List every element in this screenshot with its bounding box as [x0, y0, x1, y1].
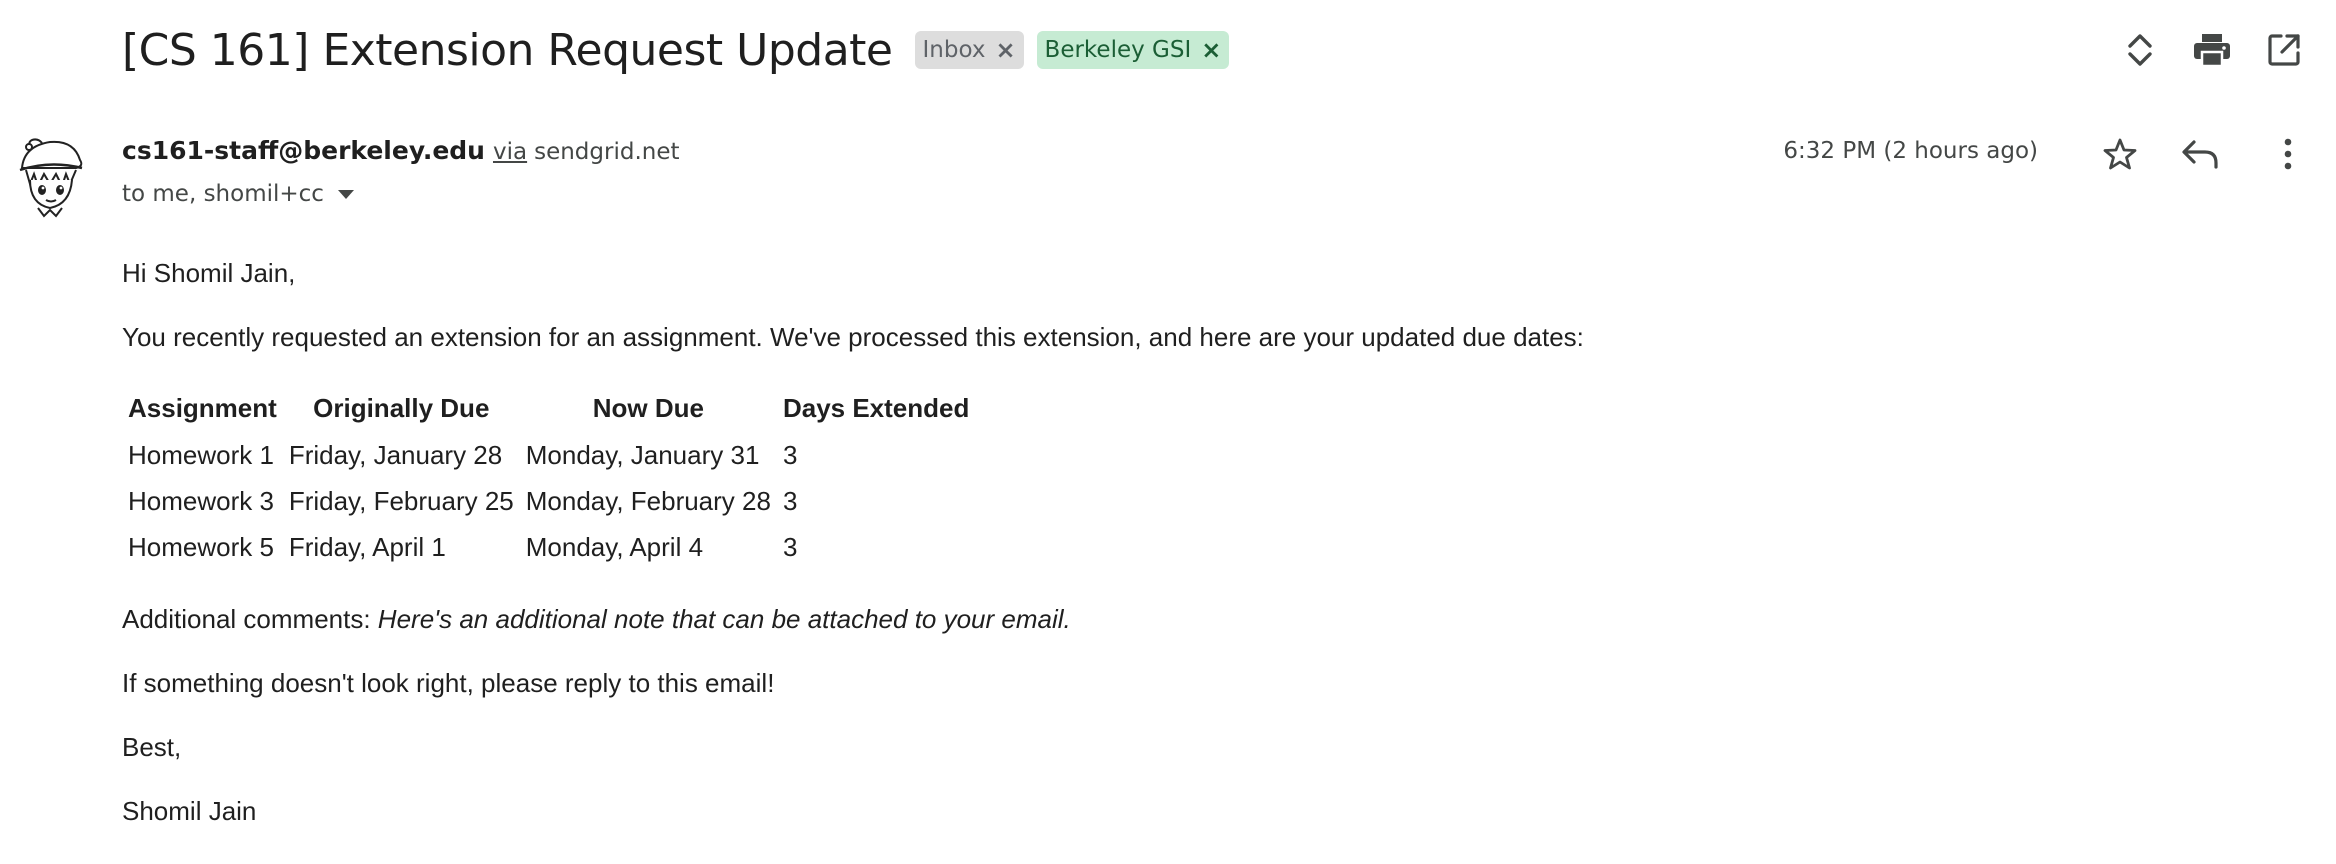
message-timestamp: 6:32 PM (2 hours ago)	[1783, 138, 2038, 164]
column-header: Assignment	[128, 392, 277, 423]
email-subject: [CS 161] Extension Request Update	[122, 24, 893, 76]
remove-label-berkeley-gsi-button[interactable]: ×	[1201, 38, 1221, 62]
signoff: Best,	[122, 732, 182, 762]
print-icon	[2193, 33, 2231, 67]
extension-table: Assignment Originally Due Now Due Days E…	[122, 386, 975, 570]
cartoon-avatar	[14, 138, 86, 222]
table-cell: Homework 3	[128, 485, 274, 516]
sender-email[interactable]: cs161-staff@berkeley.edu	[122, 136, 485, 165]
open-in-new-window-button[interactable]	[2260, 26, 2308, 74]
star-icon	[2103, 137, 2137, 171]
table-cell: 3	[782, 485, 798, 516]
label-chip-inbox[interactable]: Inbox ×	[914, 31, 1024, 69]
message-actions	[2096, 130, 2336, 178]
table-cell: 3	[782, 531, 798, 562]
via-domain: sendgrid.net	[534, 139, 680, 165]
reply-note: If something doesn't look right, please …	[122, 668, 775, 698]
label-chip-berkeley-gsi[interactable]: Berkeley GSI ×	[1036, 31, 1230, 69]
additional-comments: Additional comments: Here's an additiona…	[122, 604, 1071, 635]
thread-actions	[2106, 26, 2336, 74]
table-header-row: Assignment Originally Due Now Due Days E…	[122, 386, 975, 432]
remove-label-inbox-button[interactable]: ×	[995, 38, 1015, 62]
subject-row: [CS 161] Extension Request Update Inbox …	[122, 18, 1242, 82]
table-cell: Homework 5	[128, 531, 274, 562]
intro-paragraph: You recently requested an extension for …	[122, 322, 1584, 352]
print-all-button[interactable]	[2188, 26, 2236, 74]
table-cell: 3	[782, 439, 798, 470]
signature: Shomil Jain	[122, 796, 257, 826]
label-chip-text: Berkeley GSI	[1044, 37, 1192, 63]
avatar[interactable]	[14, 136, 86, 218]
star-button[interactable]	[2096, 130, 2144, 178]
greeting: Hi Shomil Jain,	[122, 258, 296, 288]
expand-all-button[interactable]	[2116, 26, 2164, 74]
table-row: Homework 3 Friday, February 25 Monday, F…	[122, 478, 975, 524]
column-header: Originally Due	[313, 392, 490, 423]
recipients-line: to me, shomil+cc	[122, 178, 354, 210]
table-cell: Friday, April 1	[288, 531, 446, 562]
more-options-button[interactable]	[2264, 130, 2312, 178]
chevron-down-icon[interactable]	[337, 189, 354, 199]
table-row: Homework 5 Friday, April 1 Monday, April…	[122, 524, 975, 570]
more-vertical-icon	[2283, 138, 2293, 170]
label-chip-text: Inbox	[922, 37, 986, 63]
comments-label: Additional comments:	[122, 604, 378, 634]
table-row: Homework 1 Friday, January 28 Monday, Ja…	[122, 432, 975, 478]
reply-icon	[2181, 139, 2219, 169]
table-cell: Friday, February 25	[288, 485, 514, 516]
table-cell: Monday, January 31	[525, 439, 760, 470]
recipients-text: to me, shomil+cc	[122, 181, 324, 207]
table-cell: Monday, February 28	[525, 485, 771, 516]
column-header: Now Due	[592, 392, 704, 423]
column-header: Days Extended	[782, 392, 970, 423]
via-link[interactable]: via	[493, 139, 527, 165]
table-cell: Homework 1	[128, 439, 274, 470]
reply-button[interactable]	[2176, 130, 2224, 178]
sender-line: cs161-staff@berkeley.edu via sendgrid.ne…	[122, 136, 680, 172]
comments-text: Here's an additional note that can be at…	[377, 604, 1071, 634]
unfold-icon	[2127, 31, 2153, 69]
table-cell: Friday, January 28	[288, 439, 503, 470]
open-in-new-window-icon	[2267, 33, 2301, 67]
table-cell: Monday, April 4	[525, 531, 704, 562]
